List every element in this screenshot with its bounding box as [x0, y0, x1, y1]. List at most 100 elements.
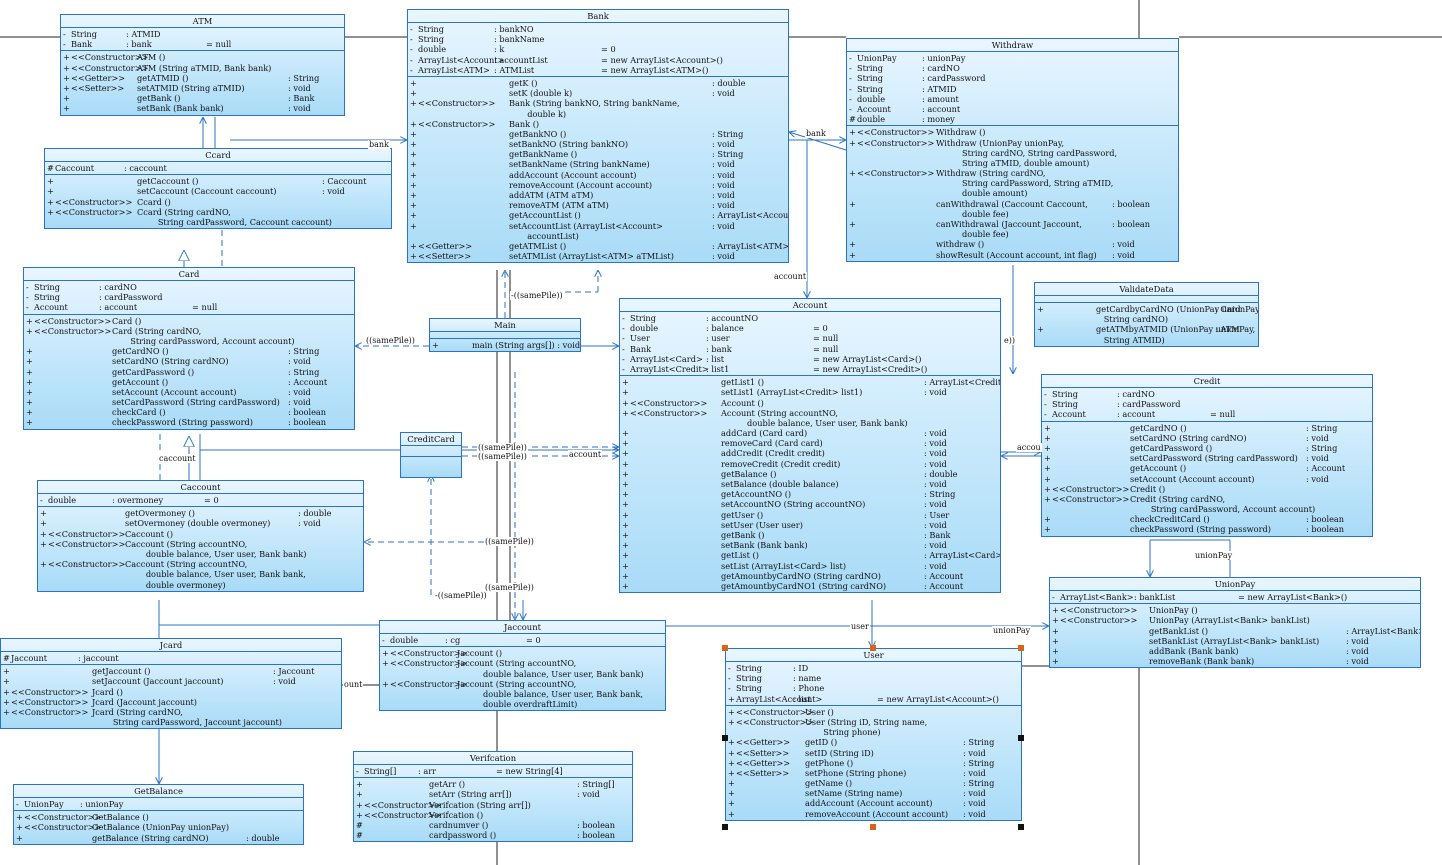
operation-row[interactable]: + <<Setter>> setATMID (String aTMID): void — [63, 83, 342, 93]
attribute-row[interactable]: - Bank: bank = null — [63, 39, 342, 49]
operation-row[interactable]: String cardPassword, Caccount caccount) — [47, 217, 389, 227]
class-account[interactable]: Account - String: accountNO - double: balanc… — [619, 298, 1001, 594]
class-user[interactable]: User - String: ID - String: name - String: Pho… — [725, 648, 1022, 821]
operation-row[interactable]: + getK (): double — [410, 78, 786, 88]
operation-row[interactable]: + <<Getter>> getATMList (): ArrayList<ATM> — [410, 241, 788, 251]
resize-handle[interactable] — [870, 824, 876, 830]
operation-row[interactable]: String cardPassword, Account account) — [1044, 504, 1370, 514]
class-jaccount[interactable]: Jaccount - double: cg = 0 + <<Constructor>> Ja… — [379, 620, 666, 712]
operation-row[interactable]: + <<Constructor>> Ccard () — [47, 197, 389, 207]
operation-row[interactable]: + setUser (User user): void — [622, 520, 998, 530]
attribute-row[interactable]: - UnionPay: unionPay — [16, 799, 301, 809]
class-bank[interactable]: Bank - String: bankNO - String: bankName - dou… — [407, 9, 789, 264]
operation-row[interactable]: + addBank (Bank bank): void — [1052, 646, 1418, 656]
attribute-row[interactable]: - ArrayList<Credit>: list1 = new ArrayList… — [622, 364, 998, 374]
resize-handle[interactable] — [1018, 735, 1024, 741]
operation-row[interactable]: + checkPassword (String password): boolea… — [26, 417, 352, 427]
operation-row[interactable]: + removeCard (Card card): void — [622, 438, 998, 448]
operation-row[interactable]: + addCredit (Credit credit): void — [622, 448, 998, 458]
operation-row[interactable]: + getAmountbyCardNO (String cardNO): Acco… — [622, 571, 998, 581]
operation-row[interactable]: String phone) — [728, 727, 1019, 737]
resize-handle[interactable] — [1018, 824, 1024, 830]
operation-row[interactable]: + <<Getter>> getATMID (): String — [63, 73, 342, 83]
operation-row[interactable]: double k) — [410, 109, 786, 119]
attribute-row[interactable]: - String: cardPassword — [1044, 399, 1370, 409]
attribute-row[interactable]: # Caccount: caccount — [47, 163, 389, 173]
operation-row[interactable]: + <<Constructor>> Account () — [622, 398, 998, 408]
operation-row[interactable]: + getCardPassword (): String — [26, 367, 352, 377]
operation-row[interactable]: + setBankList (ArrayList<Bank> bankList):… — [1052, 636, 1418, 646]
attribute-row[interactable]: - String: name — [728, 673, 1019, 683]
operation-row[interactable]: + main (String args[]) : void — [432, 340, 580, 350]
operation-row[interactable]: + <<Setter>> setATMList (ArrayList<ATM> aT… — [410, 251, 786, 261]
operation-row[interactable]: + withdraw (): void — [849, 239, 1176, 249]
class-card[interactable]: Card - String: cardNO - String: cardPassword… — [23, 267, 355, 430]
operation-row[interactable]: + checkCard (): boolean — [26, 407, 352, 417]
attribute-row[interactable]: - double: amount — [849, 94, 1176, 104]
operation-row[interactable]: + <<Constructor>> User (String iD, String … — [728, 717, 1019, 727]
operation-row[interactable]: + setAccount (Account account): void — [26, 387, 352, 397]
operation-row[interactable]: + <<Constructor>> Withdraw () — [849, 127, 1176, 137]
operation-row[interactable]: double balance, User user, Bank bank) — [622, 418, 998, 428]
attribute-row[interactable]: - Account: account — [849, 104, 1176, 114]
class-getbalance[interactable]: GetBalance - UnionPay: unionPay + <<Construc… — [13, 784, 304, 845]
attribute-row[interactable]: - Bank: bank = null — [622, 344, 998, 354]
operation-row[interactable]: + getCardNO (): String — [1044, 423, 1370, 433]
operation-row[interactable]: + getAccount (): Account — [26, 377, 352, 387]
attribute-row[interactable]: + ArrayList<Account>: list = new ArrayList… — [728, 694, 1019, 704]
operation-row[interactable]: double balance, User user, Bank bank, — [40, 569, 361, 579]
operation-row[interactable]: + <<Constructor>> Bank (String bankNO, Str… — [410, 98, 786, 108]
operation-row[interactable]: + <<Setter>> setPhone (String phone): void — [728, 768, 1019, 778]
operation-row[interactable]: + <<Constructor>> Jcard () — [3, 687, 339, 697]
attribute-row[interactable]: - Account: account = null — [1044, 409, 1370, 419]
operation-row[interactable]: + getBankNO (): String — [410, 129, 786, 139]
resize-handle[interactable] — [722, 645, 728, 651]
operation-row[interactable]: + <<Constructor>> UnionPay (ArrayList<Bank… — [1052, 615, 1418, 625]
attribute-row[interactable]: - String: bankName — [410, 34, 786, 44]
operation-row[interactable]: + setK (double k): void — [410, 88, 786, 98]
operation-row[interactable]: + addAccount (Account account): void — [410, 170, 786, 180]
operation-row[interactable]: + getArr (): String[] — [356, 779, 630, 789]
operation-row[interactable]: + <<Constructor>> Account (String accountN… — [622, 408, 998, 418]
operation-row[interactable]: + setCardPassword (String cardPassword): … — [1044, 453, 1370, 463]
operation-row[interactable]: + <<Setter>> setID (String iD): void — [728, 748, 1019, 758]
operation-row[interactable]: + getCardPassword (): String — [1044, 443, 1370, 453]
operation-row[interactable]: + checkPassword (String password): boolea… — [1044, 524, 1370, 534]
operation-row[interactable]: + getCardbyCardNO (UnionPay unionPay,: Ca… — [1037, 304, 1258, 314]
class-validatedata[interactable]: ValidateData + getCardbyCardNO (UnionPay u… — [1034, 282, 1259, 347]
operation-row[interactable]: String cardNO, String cardPassword, — [849, 148, 1176, 158]
operation-row[interactable]: + setCardNO (String cardNO): void — [26, 356, 352, 366]
operation-row[interactable]: + getJaccount (): Jaccount — [3, 666, 339, 676]
class-creditcard[interactable]: CreditCard — [400, 432, 462, 478]
operation-row[interactable]: + <<Constructor>> Ccard (String cardNO, — [47, 207, 389, 217]
attribute-row[interactable]: - double: balance = 0 — [622, 323, 998, 333]
class-jcard[interactable]: Jcard # Jaccount: jaccount + getJaccount ():… — [0, 638, 342, 730]
operation-row[interactable]: + getList (): ArrayList<Card> — [622, 550, 1000, 560]
operation-row[interactable]: + <<Constructor>> ATM (String aTMID, Bank … — [63, 63, 342, 73]
operation-row[interactable]: + setBankNO (String bankNO): void — [410, 139, 786, 149]
attribute-row[interactable]: # double: money — [849, 114, 1176, 124]
operation-row[interactable]: double overmoney) — [40, 580, 361, 590]
operation-row[interactable]: String cardPassword, Account account) — [26, 336, 352, 346]
operation-row[interactable]: + <<Constructor>> GetBalance () — [16, 812, 301, 822]
operation-row[interactable]: + <<Constructor>> Caccount (String account… — [40, 559, 361, 569]
operation-row[interactable]: + getBalance (): double — [622, 469, 998, 479]
resize-handle[interactable] — [722, 824, 728, 830]
operation-row[interactable]: + setList (ArrayList<Card> list): void — [622, 561, 998, 571]
operation-row[interactable]: + getAmountbyCardNO1 (String cardNO): Acc… — [622, 581, 998, 591]
class-withdraw[interactable]: Withdraw - UnionPay: unionPay - String: card… — [846, 38, 1179, 262]
operation-row[interactable]: + removeATM (ATM aTM): void — [410, 200, 786, 210]
operation-row[interactable]: + showResult (Account account, int flag):… — [849, 250, 1176, 260]
class-unionpay[interactable]: UnionPay - ArrayList<Bank>: bankList = new … — [1049, 577, 1421, 669]
operation-row[interactable]: accountList) — [410, 231, 786, 241]
resize-handle[interactable] — [870, 645, 876, 651]
attribute-row[interactable]: - String: cardNO — [849, 63, 1176, 73]
operation-row[interactable]: + <<Constructor>> Caccount () — [40, 529, 361, 539]
operation-row[interactable]: + <<Constructor>> Credit () — [1044, 484, 1370, 494]
class-verifcation[interactable]: Verifcation - String[]: arr = new String[4]… — [353, 751, 633, 843]
operation-row[interactable]: + setList1 (ArrayList<Credit> list1): voi… — [622, 387, 998, 397]
operation-row[interactable]: + getUser (): User — [622, 510, 998, 520]
operation-row[interactable]: + <<Constructor>> Credit (String cardNO, — [1044, 494, 1370, 504]
operation-row[interactable]: + setCardPassword (String cardPassword): … — [26, 397, 352, 407]
resize-handle[interactable] — [722, 735, 728, 741]
